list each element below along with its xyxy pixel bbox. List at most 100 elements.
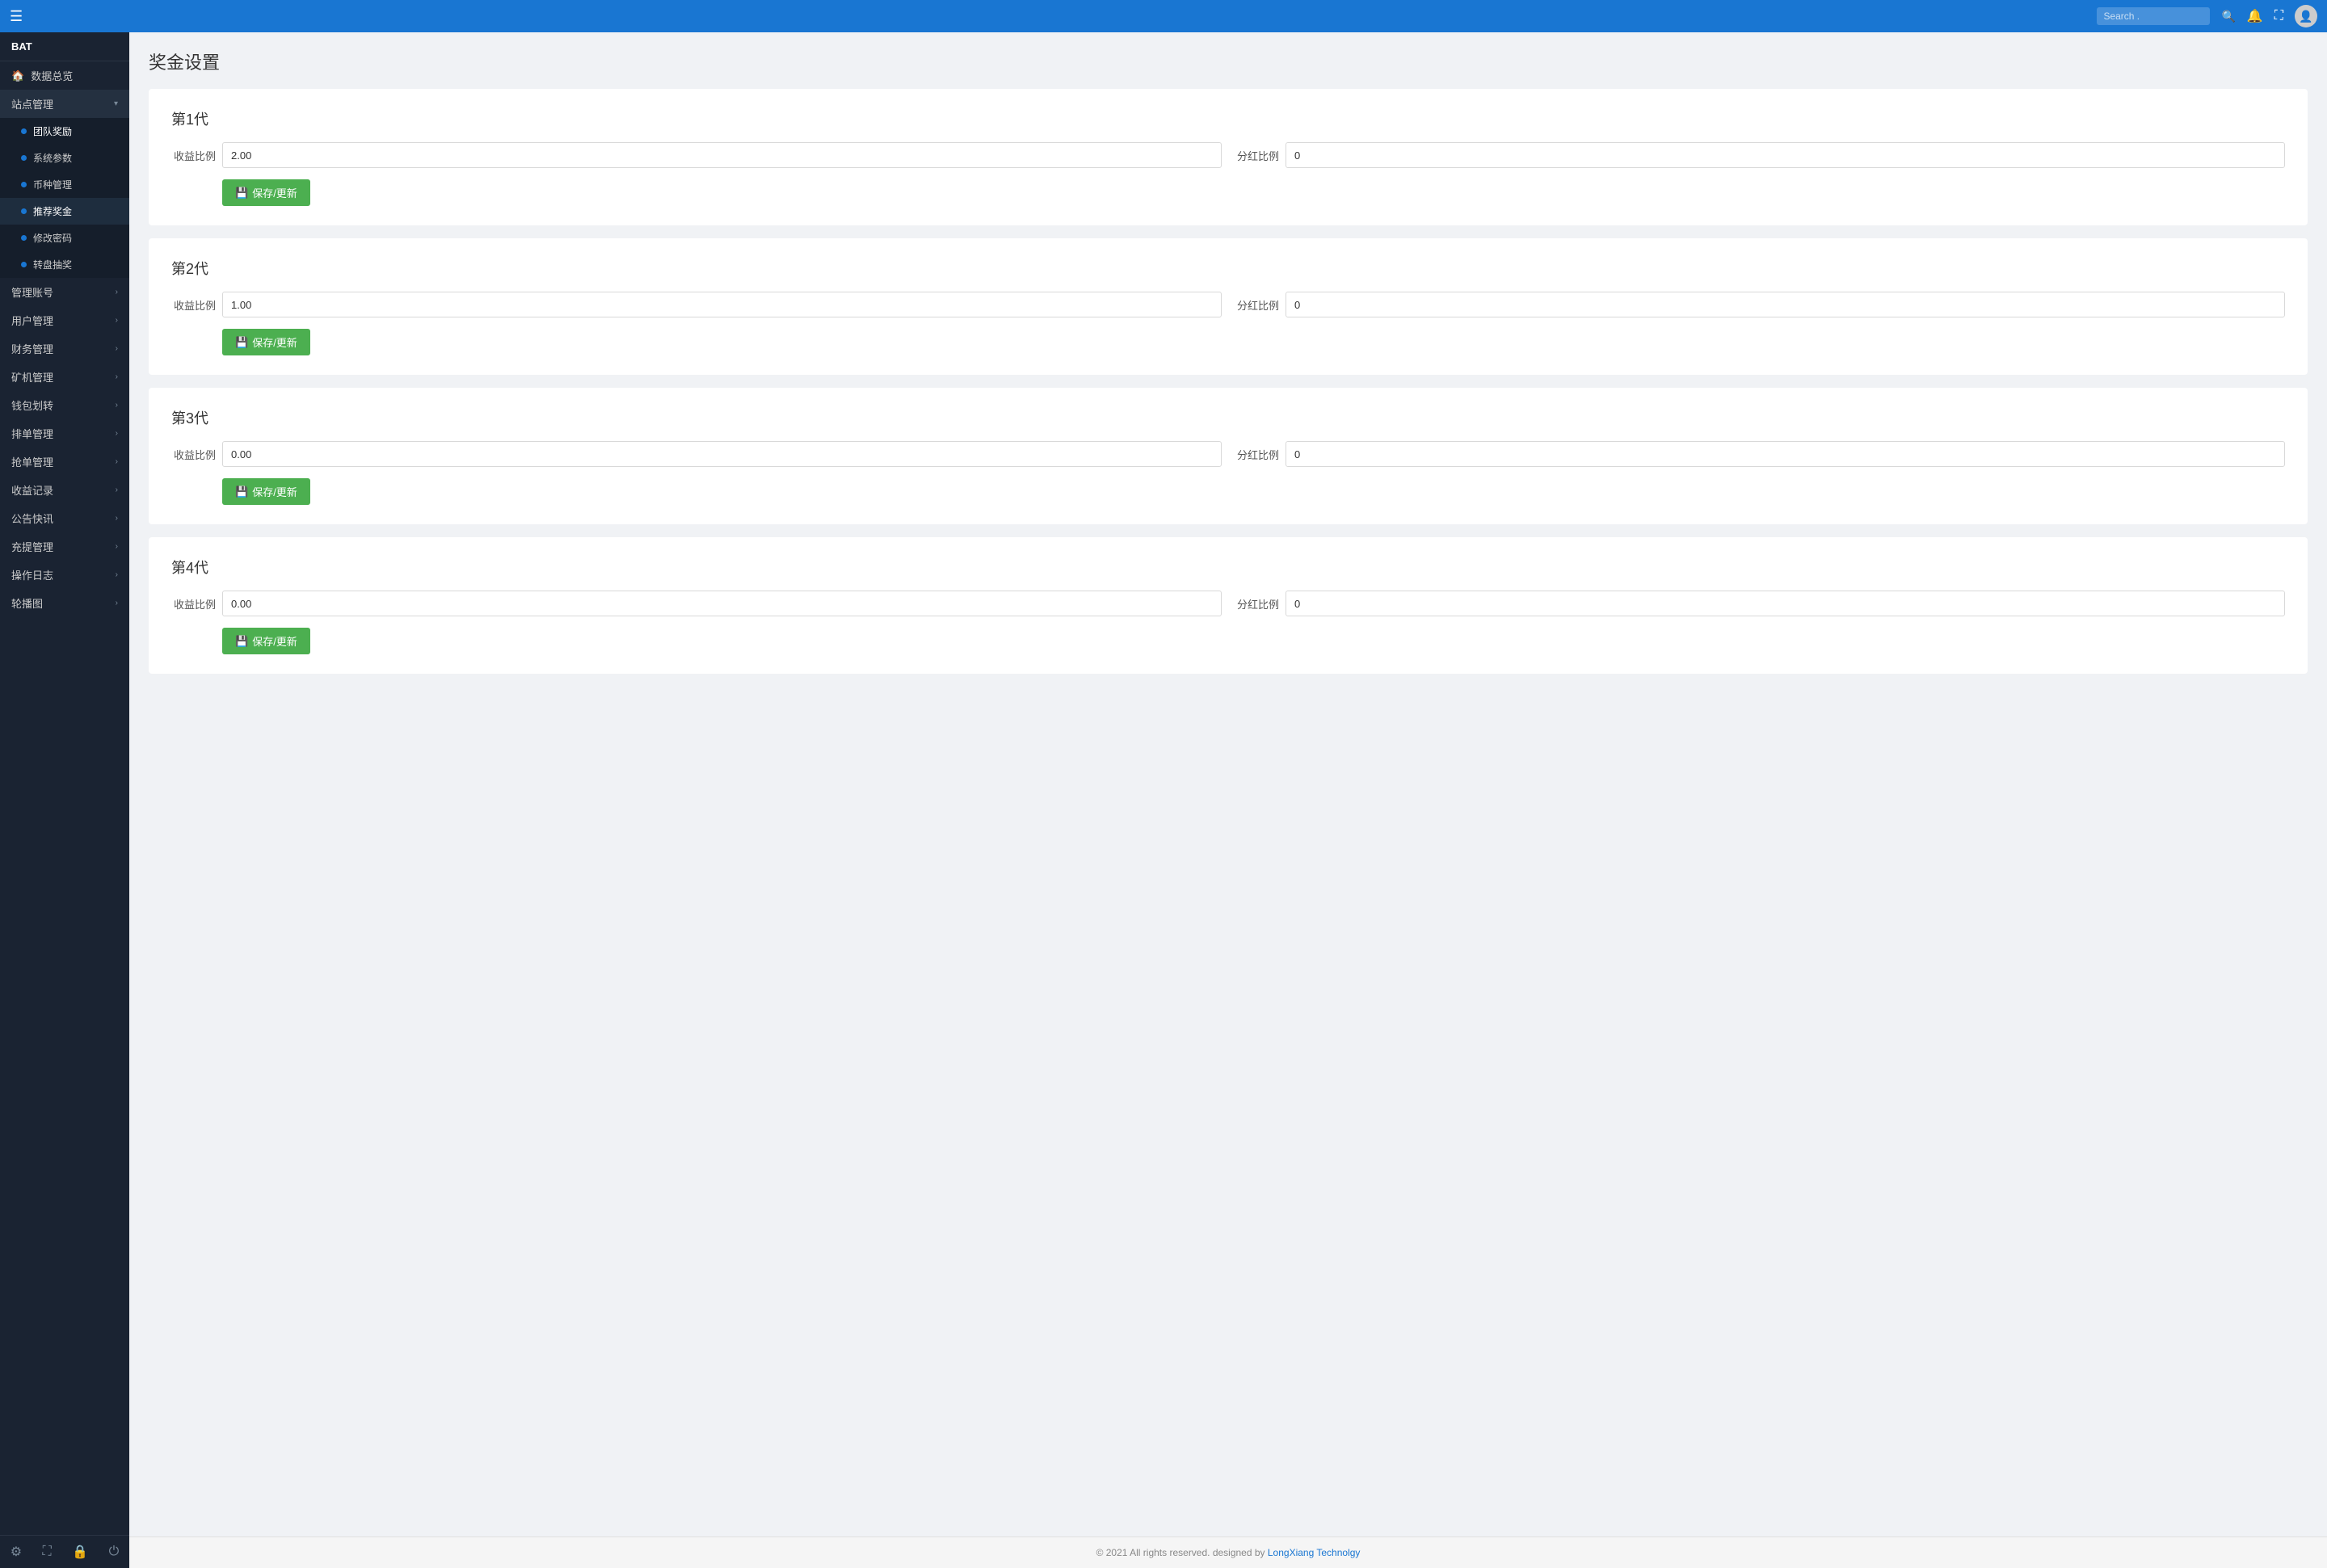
chevron-right-2: › bbox=[116, 344, 118, 353]
earnings-input-4[interactable] bbox=[222, 591, 1222, 616]
subitem-left-3: 推荐奖金 bbox=[21, 204, 72, 218]
form-group-earnings-1: 收益比例 bbox=[171, 142, 1222, 168]
sidebar-brand: BAT bbox=[0, 32, 129, 61]
save-label-1: 保存/更新 bbox=[252, 185, 297, 200]
sidebar-item-yonghu[interactable]: 用户管理 › bbox=[0, 306, 129, 334]
lunbotu-label: 轮播图 bbox=[11, 595, 43, 611]
save-button-3[interactable]: 💾 保存/更新 bbox=[222, 478, 310, 505]
card-gen-1: 第1代 收益比例 分红比例 💾 保存/更新 bbox=[149, 89, 2308, 225]
hamburger-icon[interactable]: ☰ bbox=[10, 8, 23, 25]
chevron-right-4: › bbox=[116, 401, 118, 410]
card-gen-4: 第4代 收益比例 分红比例 💾 保存/更新 bbox=[149, 537, 2308, 674]
form-group-earnings-2: 收益比例 bbox=[171, 292, 1222, 317]
settings-icon[interactable]: ⚙ bbox=[11, 1544, 22, 1560]
card-gen-2: 第2代 收益比例 分红比例 💾 保存/更新 bbox=[149, 238, 2308, 375]
save-icon-2: 💾 bbox=[235, 336, 248, 349]
form-group-earnings-3: 收益比例 bbox=[171, 441, 1222, 467]
dividend-label-1: 分红比例 bbox=[1235, 148, 1279, 163]
paidang-label: 排单管理 bbox=[11, 426, 53, 441]
dot-icon-4 bbox=[21, 235, 27, 241]
footer-link[interactable]: LongXiang Technolgy bbox=[1268, 1547, 1361, 1558]
dot-icon-2 bbox=[21, 182, 27, 187]
dot-icon-5 bbox=[21, 262, 27, 267]
expand-icon[interactable]: ⛶ bbox=[43, 1545, 52, 1559]
sidebar-item-qiangdan[interactable]: 抢单管理 › bbox=[0, 448, 129, 476]
power-icon[interactable]: ⏻ bbox=[109, 1545, 120, 1559]
dividend-input-2[interactable] bbox=[1286, 292, 2285, 317]
chevron-right-9: › bbox=[116, 542, 118, 551]
kuangji-label: 矿机管理 bbox=[11, 369, 53, 385]
dividend-input-4[interactable] bbox=[1286, 591, 2285, 616]
qiangdan-label: 抢单管理 bbox=[11, 454, 53, 469]
save-row-3: 💾 保存/更新 bbox=[222, 478, 2285, 505]
search-input[interactable] bbox=[2097, 7, 2210, 25]
earnings-input-3[interactable] bbox=[222, 441, 1222, 467]
chevron-down-icon: ▾ bbox=[114, 99, 118, 108]
save-label-2: 保存/更新 bbox=[252, 334, 297, 350]
dividend-label-4: 分红比例 bbox=[1235, 596, 1279, 612]
subitem-left-1: 系统参数 bbox=[21, 151, 72, 165]
subitem-left-5: 转盘抽奖 bbox=[21, 258, 72, 271]
subitem-label-0: 团队奖励 bbox=[33, 124, 72, 138]
fullscreen-icon[interactable]: ⛶ bbox=[2274, 9, 2283, 23]
sidebar-item-home[interactable]: 🏠 数据总览 bbox=[0, 61, 129, 90]
sidebar-subitem-xitong[interactable]: 系统参数 bbox=[0, 145, 129, 171]
sidebar-item-zhandian[interactable]: 站点管理 ▾ bbox=[0, 90, 129, 118]
earnings-label-4: 收益比例 bbox=[171, 596, 216, 612]
save-button-4[interactable]: 💾 保存/更新 bbox=[222, 628, 310, 654]
avatar[interactable]: 👤 bbox=[2295, 5, 2317, 27]
sidebar-subitem-zhuanpan[interactable]: 转盘抽奖 bbox=[0, 251, 129, 278]
sidebar-home-label: 数据总览 bbox=[31, 68, 73, 83]
sidebar-item-caiwu[interactable]: 财务管理 › bbox=[0, 334, 129, 363]
subitem-label-2: 币种管理 bbox=[33, 178, 72, 191]
sidebar-item-kuangji[interactable]: 矿机管理 › bbox=[0, 363, 129, 391]
subitem-left-4: 修改密码 bbox=[21, 231, 72, 245]
earnings-input-2[interactable] bbox=[222, 292, 1222, 317]
sidebar-submenu: 团队奖励 系统参数 币种管理 推荐奖金 bbox=[0, 118, 129, 278]
dot-icon-1 bbox=[21, 155, 27, 161]
dividend-label-3: 分红比例 bbox=[1235, 447, 1279, 462]
dot-icon-0 bbox=[21, 128, 27, 134]
page-title: 奖金设置 bbox=[149, 48, 2308, 74]
dividend-input-1[interactable] bbox=[1286, 142, 2285, 168]
search-icon[interactable]: 🔍 bbox=[2221, 10, 2235, 23]
save-button-1[interactable]: 💾 保存/更新 bbox=[222, 179, 310, 206]
form-group-dividend-1: 分红比例 bbox=[1235, 142, 2285, 168]
sidebar-subitem-bizhong[interactable]: 币种管理 bbox=[0, 171, 129, 198]
chevron-right-3: › bbox=[116, 372, 118, 381]
earnings-label-2: 收益比例 bbox=[171, 297, 216, 313]
sidebar-subitem-tuandui[interactable]: 团队奖励 bbox=[0, 118, 129, 145]
sidebar-item-qianbao[interactable]: 钱包划转 › bbox=[0, 391, 129, 419]
sidebar-item-paidang[interactable]: 排单管理 › bbox=[0, 419, 129, 448]
chevron-right-6: › bbox=[116, 457, 118, 466]
main-content: 奖金设置 第1代 收益比例 分红比例 💾 bbox=[129, 32, 2327, 1568]
content-body: 奖金设置 第1代 收益比例 分红比例 💾 bbox=[129, 32, 2327, 1536]
sidebar-item-lunbotu[interactable]: 轮播图 › bbox=[0, 589, 129, 617]
earnings-input-1[interactable] bbox=[222, 142, 1222, 168]
card-gen-3: 第3代 收益比例 分红比例 💾 保存/更新 bbox=[149, 388, 2308, 524]
bell-icon[interactable]: 🔔 bbox=[2247, 8, 2263, 24]
sidebar-section1-label: 站点管理 bbox=[11, 96, 53, 111]
sidebar-item-gonggao[interactable]: 公告快讯 › bbox=[0, 504, 129, 532]
sidebar-item-shouyijilu[interactable]: 收益记录 › bbox=[0, 476, 129, 504]
chevron-right-11: › bbox=[116, 599, 118, 607]
gen-2-title: 第2代 bbox=[171, 258, 2285, 279]
sidebar-subitem-tuijian[interactable]: 推荐奖金 bbox=[0, 198, 129, 225]
subitem-left-2: 币种管理 bbox=[21, 178, 72, 191]
home-icon: 🏠 bbox=[11, 69, 24, 82]
sidebar: BAT 🏠 数据总览 站点管理 ▾ 团队奖励 bbox=[0, 32, 129, 1568]
form-group-dividend-2: 分红比例 bbox=[1235, 292, 2285, 317]
footer-text: © 2021 All rights reserved. designed by bbox=[1096, 1547, 1268, 1558]
form-row-gen-1: 收益比例 分红比例 bbox=[171, 142, 2285, 168]
sidebar-item-zhandian-left: 站点管理 bbox=[11, 96, 53, 111]
sidebar-item-chongti[interactable]: 充提管理 › bbox=[0, 532, 129, 561]
subitem-label-5: 转盘抽奖 bbox=[33, 258, 72, 271]
sidebar-item-caozuo[interactable]: 操作日志 › bbox=[0, 561, 129, 589]
sidebar-subitem-xiugai[interactable]: 修改密码 bbox=[0, 225, 129, 251]
gen-4-title: 第4代 bbox=[171, 557, 2285, 578]
dividend-input-3[interactable] bbox=[1286, 441, 2285, 467]
lock-icon[interactable]: 🔒 bbox=[72, 1544, 88, 1560]
subitem-left-0: 团队奖励 bbox=[21, 124, 72, 138]
save-button-2[interactable]: 💾 保存/更新 bbox=[222, 329, 310, 355]
sidebar-item-guanli[interactable]: 管理账号 › bbox=[0, 278, 129, 306]
